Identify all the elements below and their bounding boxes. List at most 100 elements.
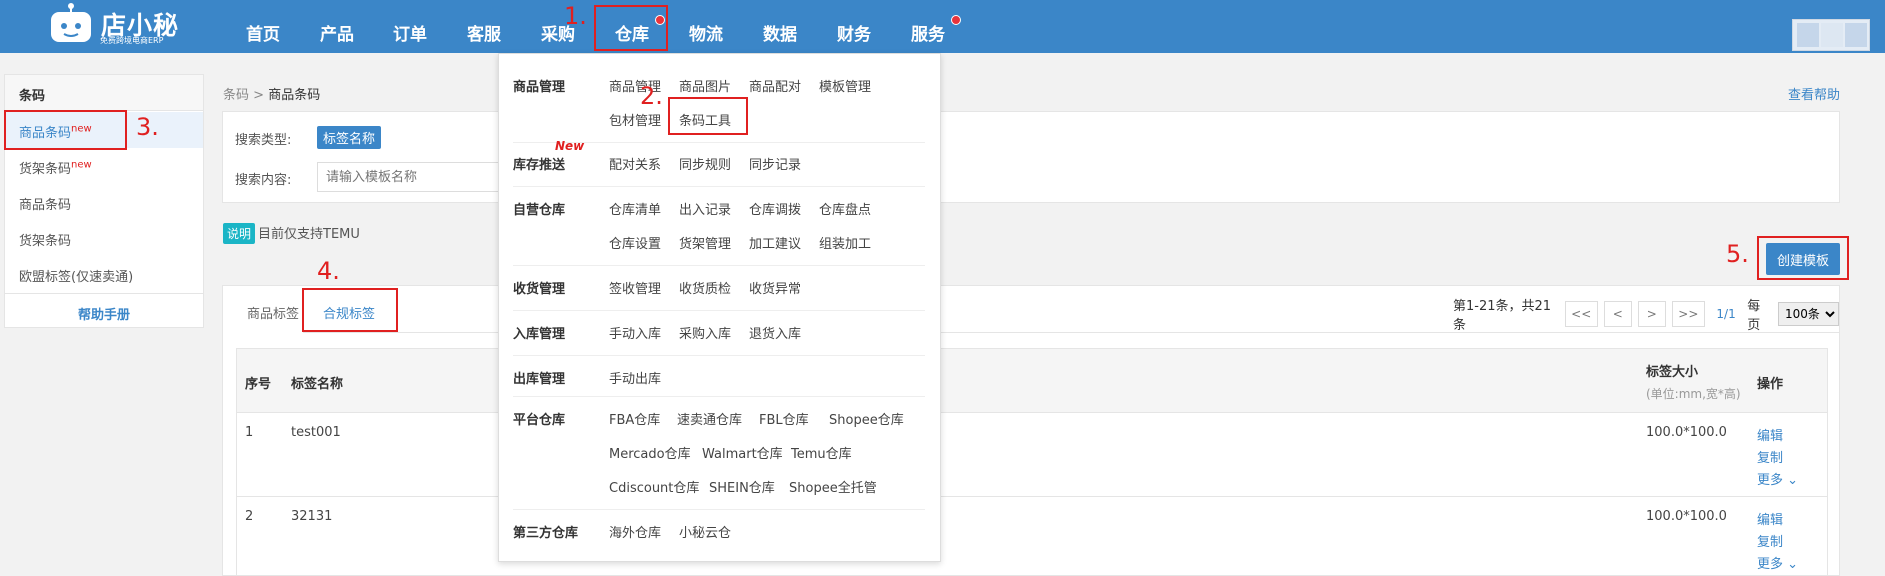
dd-divider [513,509,925,510]
dd-link-warehouse-settings[interactable]: 仓库设置 [609,233,661,252]
dd-link-receiving-exceptions[interactable]: 收货异常 [749,278,801,297]
annotation-step-1: 1. [564,2,587,30]
per-page-select[interactable]: 100条 [1778,302,1839,326]
table-row: 1 test001 100.0*100.0 编辑 复制 更多 ⌄ [237,413,1827,497]
search-type-tag[interactable]: 标签名称 [317,126,382,149]
pager-prev-button[interactable]: < [1603,301,1632,327]
dd-link-walmart-warehouse[interactable]: Walmart仓库 [702,443,783,462]
annotation-box-create-template [1757,236,1849,280]
user-avatar[interactable] [1792,19,1870,51]
dd-link-manual-inbound[interactable]: 手动入库 [609,323,661,342]
dd-link-shopee-full-managed[interactable]: Shopee全托管 [789,477,877,496]
dd-link-warehouse-transfer[interactable]: 仓库调拨 [749,199,801,218]
dd-link-pairing-relations[interactable]: 配对关系 [609,154,661,173]
search-type-label: 搜索类型: [235,133,292,148]
dd-link-fba-warehouse[interactable]: FBA仓库 [609,409,660,428]
sidebar-item-shelf-barcode-new[interactable]: 货架条码new [5,148,203,184]
dd-link-mercado-warehouse[interactable]: Mercado仓库 [609,443,691,462]
dd-link-receiving-qc[interactable]: 收货质检 [679,278,731,297]
new-badge: New [555,139,585,153]
sidebar-item-label: 货架条码 [19,162,72,177]
dd-link-packaging-management[interactable]: 包材管理 [609,110,661,129]
help-manual-link[interactable]: 帮助手册 [5,293,203,333]
annotation-box-compliance-tab [302,288,398,332]
breadcrumb: 条码 > 商品条码 [223,84,320,103]
dd-link-temu-warehouse[interactable]: Temu仓库 [791,443,852,462]
more-dropdown[interactable]: 更多 ⌄ [1757,553,1798,572]
sidebar-item-product-barcode[interactable]: 商品条码 [5,184,203,220]
dd-link-stocktaking[interactable]: 仓库盘点 [819,199,871,218]
header-name: 标签名称 [291,377,344,392]
annotation-step-5: 5. [1726,240,1749,268]
breadcrumb-current: 商品条码 [268,88,321,103]
sidebar-item-shelf-barcode[interactable]: 货架条码 [5,220,203,256]
table-row: 2 32131 100.0*100.0 编辑 复制 更多 ⌄ [237,497,1827,576]
pager-next-button[interactable]: > [1637,301,1666,327]
search-input[interactable] [317,162,507,192]
dd-link-product-pairing[interactable]: 商品配对 [749,76,801,95]
nav-customer-service[interactable]: 客服 [467,20,501,45]
breadcrumb-parent[interactable]: 条码 [223,88,249,103]
dd-link-receipt-management[interactable]: 签收管理 [609,278,661,297]
edit-link[interactable]: 编辑 [1757,425,1783,444]
dd-link-overseas-warehouse[interactable]: 海外仓库 [609,522,661,541]
robot-logo-icon [51,3,91,42]
pager-last-button[interactable]: >> [1671,301,1705,327]
dd-link-shopee-warehouse[interactable]: Shopee仓库 [829,409,904,428]
tab-product-label[interactable]: 商品标签 [247,303,299,322]
copy-link[interactable]: 复制 [1757,447,1783,466]
sidebar-item-eu-label[interactable]: 欧盟标签(仅速卖通) [5,256,203,292]
dd-group-title: 入库管理 [513,327,566,342]
dd-link-purchase-inbound[interactable]: 采购入库 [679,323,731,342]
header-ops: 操作 [1757,377,1784,392]
logo-subtitle: 免费跨境电商ERP [100,36,164,45]
dd-link-product-images[interactable]: 商品图片 [679,76,731,95]
annotation-box-product-barcode [4,110,127,150]
nav-services[interactable]: 服务 [911,20,945,45]
row-index: 1 [245,425,254,440]
dd-link-assembly[interactable]: 组装加工 [819,233,871,252]
dd-link-cdiscount-warehouse[interactable]: Cdiscount仓库 [609,477,699,496]
avatar-tile [1797,23,1819,47]
chevron-down-icon: ⌄ [1787,557,1799,572]
dd-divider [513,396,925,397]
dd-link-xiaomi-cloud-warehouse[interactable]: 小秘云仓 [679,522,731,541]
nav-finance[interactable]: 财务 [837,20,871,45]
row-size: 100.0*100.0 [1646,425,1727,440]
view-help-link[interactable]: 查看帮助 [1788,84,1840,103]
annotation-step-2: 2. [640,82,663,110]
dd-link-return-inbound[interactable]: 退货入库 [749,323,801,342]
dd-link-manual-outbound[interactable]: 手动出库 [609,368,661,387]
dd-link-in-out-records[interactable]: 出入记录 [679,199,731,218]
dd-link-sync-records[interactable]: 同步记录 [749,154,801,173]
dd-link-shein-warehouse[interactable]: SHEIN仓库 [709,477,775,496]
copy-link[interactable]: 复制 [1757,531,1783,550]
dd-link-warehouse-list[interactable]: 仓库清单 [609,199,661,218]
note-text: 目前仅支持TEMU [258,227,360,242]
dd-divider [513,186,925,187]
chevron-down-icon: ⌄ [1787,473,1799,488]
edit-link[interactable]: 编辑 [1757,509,1783,528]
per-page-label: 每页 [1747,299,1761,333]
note-badge: 说明 [223,223,256,244]
nav-home[interactable]: 首页 [246,20,280,45]
nav-data[interactable]: 数据 [763,20,797,45]
nav-logistics[interactable]: 物流 [689,20,723,45]
dd-group-title: 自营仓库 [513,203,566,218]
row-size: 100.0*100.0 [1646,509,1727,524]
dd-link-aliexpress-warehouse[interactable]: 速卖通仓库 [677,409,742,428]
dd-divider [513,265,925,266]
nav-orders[interactable]: 订单 [393,20,427,45]
more-label: 更多 [1757,557,1784,572]
dd-link-processing-advice[interactable]: 加工建议 [749,233,801,252]
nav-products[interactable]: 产品 [320,20,354,45]
dd-link-template-management[interactable]: 模板管理 [819,76,871,95]
dd-group-title: 平台仓库 [513,413,566,428]
dd-group-title: 商品管理 [513,80,566,95]
header-size: 标签大小 [1646,365,1699,380]
dd-link-shelf-management[interactable]: 货架管理 [679,233,731,252]
dd-link-fbl-warehouse[interactable]: FBL仓库 [759,409,809,428]
pager-first-button[interactable]: << [1564,301,1598,327]
dd-link-sync-rules[interactable]: 同步规则 [679,154,731,173]
more-dropdown[interactable]: 更多 ⌄ [1757,469,1798,488]
